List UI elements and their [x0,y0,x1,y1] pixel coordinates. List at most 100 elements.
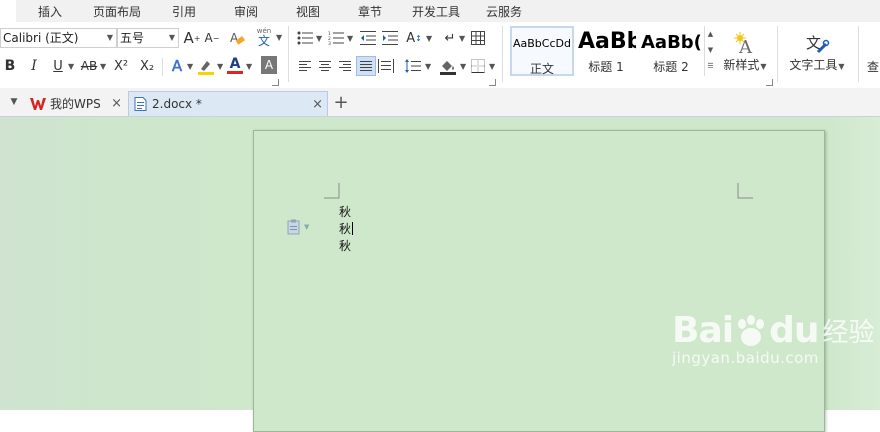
show-marks-button[interactable]: ↵ [441,29,459,47]
align-left-button[interactable] [297,58,313,74]
chevron-down-icon[interactable]: ▼ [187,62,193,71]
strikethrough-button[interactable]: AB [78,56,100,76]
chevron-down-icon[interactable]: ▼ [100,62,106,71]
text-effect-button[interactable]: A [168,56,186,76]
style-normal-sample: AaBbCcDd [513,37,571,50]
document-icon [134,97,147,111]
menu-view[interactable]: 视图 [296,3,320,20]
style-normal[interactable]: AaBbCcDd 正文 [510,26,574,76]
chevron-down-icon: ▼ [304,223,310,231]
menu-bar: 插入 页面布局 引用 审阅 视图 章节 开发工具 云服务 [0,0,880,22]
align-justify-button[interactable] [356,56,376,76]
chevron-down-icon[interactable]: ▼ [217,62,223,71]
scroll-down-icon[interactable]: ▼ [705,42,716,58]
menu-cloud-services[interactable]: 云服务 [486,3,522,20]
menu-developer-tools[interactable]: 开发工具 [412,3,460,20]
menu-references[interactable]: 引用 [172,3,196,20]
distributed-align-icon [378,59,394,73]
line-spacing-button[interactable] [405,58,421,74]
chevron-down-icon: ▼ [760,61,767,71]
align-center-icon [319,61,331,71]
superscript-button[interactable]: X² [111,56,131,76]
document-line-2-text: 秋 [339,222,352,236]
chevron-down-icon: ▼ [106,33,113,42]
paragraph-dialog-launcher[interactable] [489,79,496,86]
tab-2-docx[interactable]: 2.docx * × [128,91,328,116]
text-tools-button[interactable]: 文 文字工具▼ [784,26,850,78]
new-tab-button[interactable]: + [332,91,350,113]
style-heading-1-sample: AaBb [578,29,636,54]
paste-options-button[interactable]: ▼ [287,219,309,235]
style-gallery-scroller[interactable]: ▲ ▼ ☰ [704,26,716,76]
menu-page-layout[interactable]: 页面布局 [93,3,141,20]
new-style-button[interactable]: A 新样式▼ [722,26,768,78]
eraser-icon: A [230,31,245,45]
styles-dialog-launcher[interactable] [766,79,773,86]
underline-button[interactable]: U [50,56,66,76]
chevron-down-icon[interactable]: ▼ [426,34,432,43]
document-page[interactable]: ▼ 秋 秋 秋 [253,130,825,432]
margin-corner-top-right [737,183,753,199]
increase-indent-button[interactable] [381,29,399,47]
shrink-font-button[interactable]: A − [203,29,221,47]
document-line-1: 秋 [339,205,352,219]
phonetic-main-text: 文 [257,33,270,48]
menu-chapter[interactable]: 章节 [358,3,382,20]
scroll-up-icon[interactable]: ▲ [705,26,716,42]
font-color-letter: A [229,55,241,72]
phonetic-guide-button[interactable]: wén 文 [252,25,276,49]
distributed-align-button[interactable] [378,58,394,74]
chevron-down-icon[interactable]: ▼ [68,62,74,71]
decrease-indent-button[interactable] [359,29,377,47]
align-center-button[interactable] [317,58,333,74]
font-color-button[interactable]: A [226,53,244,77]
italic-button[interactable]: I [26,56,42,76]
chevron-down-icon[interactable]: ▼ [276,33,282,42]
font-dialog-launcher[interactable] [272,79,279,86]
chevron-down-icon[interactable]: ▼ [489,62,495,71]
tab-2-docx-label: 2.docx * [152,97,202,111]
find-button[interactable]: 查 [866,56,880,76]
margin-corner-top-left [324,183,340,199]
chevron-down-icon[interactable]: ▼ [316,34,322,43]
close-icon[interactable]: × [111,96,122,111]
document-tab-bar: ▼ 我的WPS × 2.docx * × + [0,88,880,117]
gallery-expand-icon[interactable]: ☰ [705,58,716,74]
chevron-down-icon[interactable]: ▼ [246,62,252,71]
style-heading-2[interactable]: AaBb( 标题 2 [638,26,704,76]
highlight-button[interactable] [196,54,216,78]
menu-review[interactable]: 审阅 [234,3,258,20]
clear-format-button[interactable]: A [228,28,246,48]
chevron-down-icon: ▼ [10,97,18,107]
style-heading-1[interactable]: AaBb 标题 1 [576,26,636,76]
font-size-dropdown[interactable]: 五号 ▼ [117,28,179,48]
chevron-down-icon[interactable]: ▼ [425,62,431,71]
grow-font-button[interactable]: A + [183,29,201,47]
close-icon[interactable]: × [312,97,323,112]
menu-insert[interactable]: 插入 [38,3,62,20]
new-style-icon: A [734,31,753,56]
borders-button[interactable] [470,58,486,74]
chevron-down-icon[interactable]: ▼ [347,34,353,43]
line-spacing-icon [405,59,421,73]
watermark-brand-suffix: du [769,310,819,351]
shading-button[interactable] [438,55,458,77]
chevron-down-icon: ▼ [168,33,175,42]
numbered-list-button[interactable]: 1 2 3 [327,29,345,47]
paint-bucket-icon [440,61,456,75]
bullet-list-button[interactable] [296,29,314,47]
font-name-dropdown[interactable]: Calibri (正文) ▼ [0,28,117,48]
text-direction-button[interactable]: A ↕ [404,28,424,48]
tab-my-wps-label: 我的WPS [50,97,101,111]
document-line-3: 秋 [339,239,352,253]
subscript-button[interactable]: X₂ [137,56,157,76]
table-button[interactable] [469,29,487,47]
align-right-button[interactable] [337,58,353,74]
chevron-down-icon[interactable]: ▼ [459,34,465,43]
tab-list-dropdown[interactable]: ▼ [6,94,22,110]
tab-my-wps[interactable]: 我的WPS × [26,91,128,116]
bold-button[interactable]: B [2,56,18,76]
plus-icon: + [333,91,349,113]
chevron-down-icon[interactable]: ▼ [460,62,466,71]
char-shading-button[interactable]: A [261,56,277,74]
